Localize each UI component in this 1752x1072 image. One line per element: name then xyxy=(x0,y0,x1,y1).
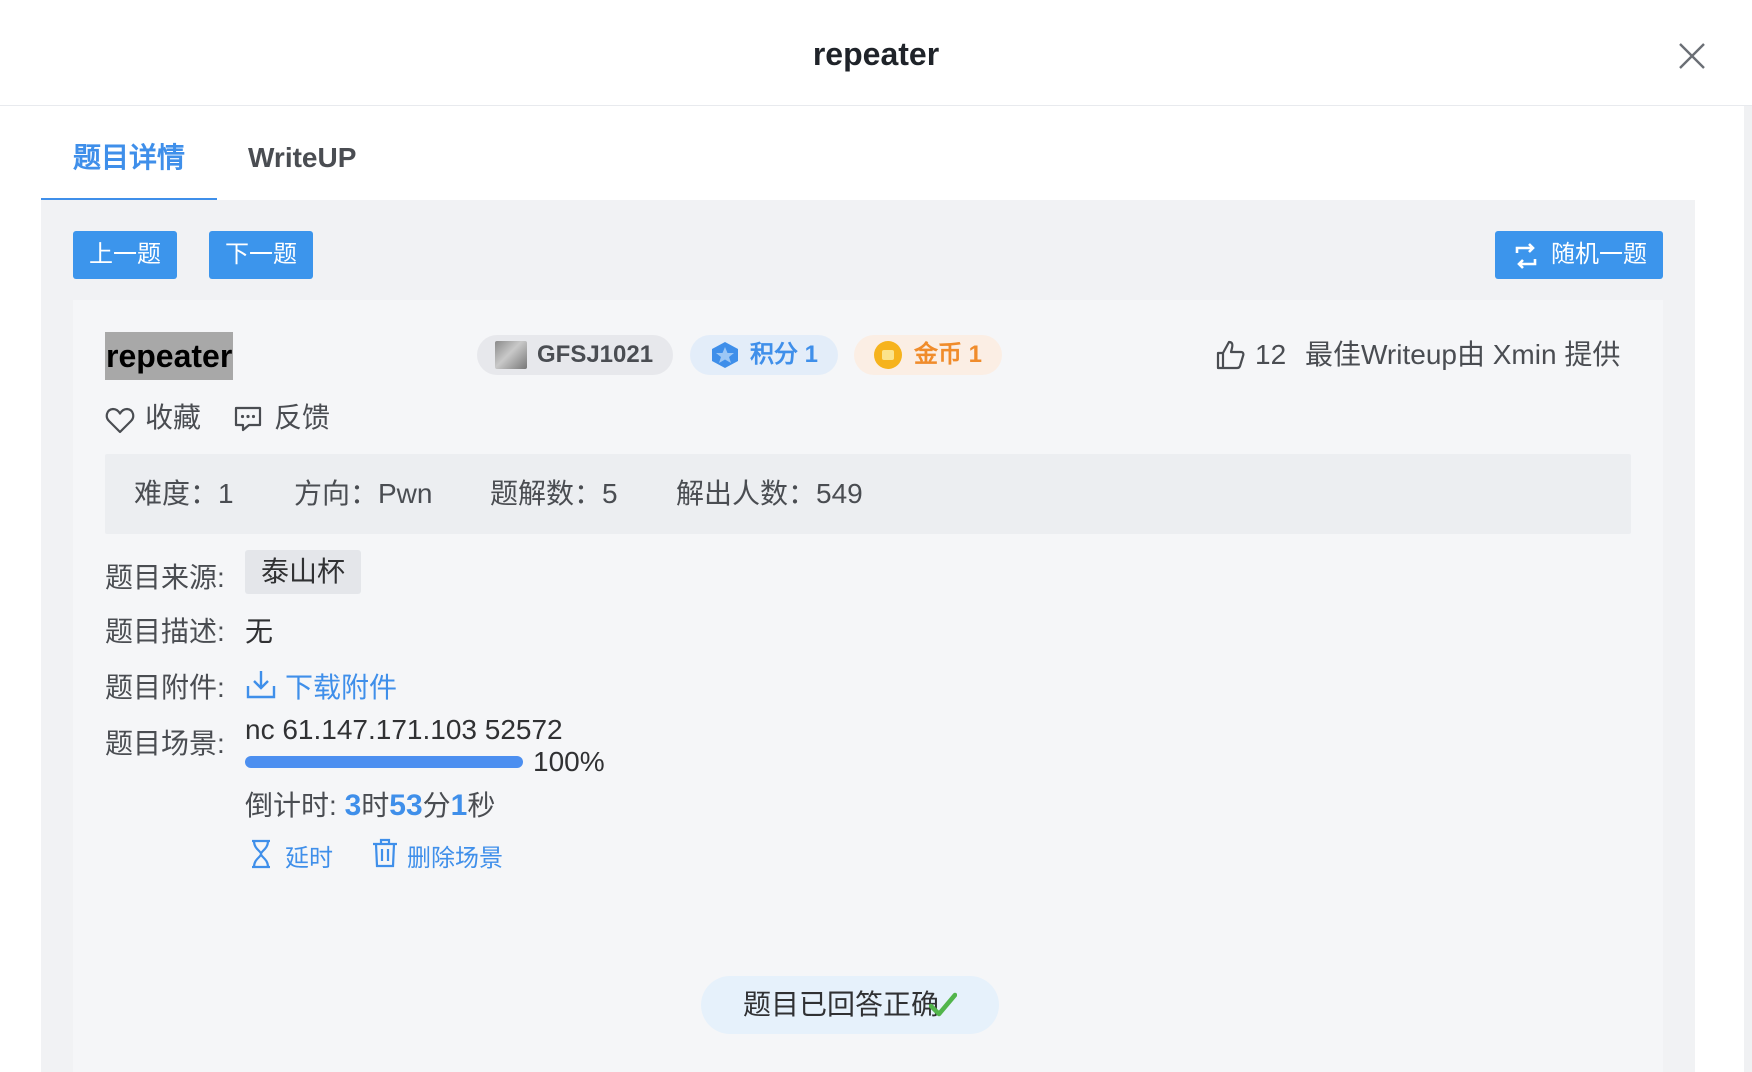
stat-direction: 方向：Pwn xyxy=(294,478,433,509)
coin-icon xyxy=(874,341,902,369)
heart-icon xyxy=(105,407,135,434)
likes-count: 12 xyxy=(1255,339,1287,370)
stat-writeups: 题解数：5 xyxy=(490,478,618,509)
stats-bar: 难度：1 方向：Pwn 题解数：5 解出人数：549 xyxy=(105,454,1631,534)
challenge-card: repeater GFSJ1021 积分 1 金币 1 12 最佳Writeup… xyxy=(73,300,1663,1072)
countdown: 倒计时: 3时53分1秒 xyxy=(245,784,495,824)
download-icon xyxy=(246,671,276,699)
scrollbar-track[interactable] xyxy=(1744,106,1752,1072)
challenge-id-badge: GFSJ1021 xyxy=(477,335,673,375)
prev-challenge-button[interactable]: 上一题 xyxy=(73,231,177,279)
scene-progress-bar xyxy=(245,756,523,768)
shuffle-icon xyxy=(1515,243,1537,269)
extend-time-label: 延时 xyxy=(285,845,333,872)
content-panel: 上一题 下一题 随机一题 repeater GFSJ1021 积分 1 金币 1 xyxy=(41,200,1695,1072)
trash-icon xyxy=(373,838,397,868)
countdown-hours-unit: 时 xyxy=(361,790,390,821)
scene-progress-text: 100% xyxy=(533,746,605,777)
comment-icon xyxy=(234,406,262,432)
close-icon[interactable] xyxy=(1676,40,1708,72)
attachment-label: 题目附件: xyxy=(105,672,225,703)
best-writeup-credit: 最佳Writeup由 Xmin 提供 xyxy=(1305,339,1621,370)
tab-details-label: 题目详情 xyxy=(72,142,185,173)
feedback-button[interactable]: 反馈 xyxy=(234,398,344,438)
random-challenge-label: 随机一题 xyxy=(1551,241,1647,268)
countdown-minutes-unit: 分 xyxy=(422,790,451,821)
answered-status-text: 题目已回答正确 xyxy=(743,989,940,1020)
tab-bar: 题目详情 WriteUP xyxy=(41,106,1695,202)
checkmark-icon xyxy=(929,992,957,1017)
coin-value: 金币 1 xyxy=(914,341,983,368)
score-badge: 积分 1 xyxy=(690,335,838,375)
score-value: 积分 1 xyxy=(750,341,819,368)
stat-difficulty: 难度：1 xyxy=(134,478,234,509)
favorite-label: 收藏 xyxy=(145,402,202,433)
coin-badge: 金币 1 xyxy=(854,335,1002,375)
dialog-title: repeater xyxy=(812,36,940,72)
scene-label: 题目场景: xyxy=(105,728,225,759)
challenge-thumbnail xyxy=(495,341,527,369)
favorite-button[interactable]: 收藏 xyxy=(105,398,205,438)
answered-status-badge: 题目已回答正确 xyxy=(701,976,999,1034)
tab-details[interactable]: 题目详情 xyxy=(41,106,217,202)
score-hexagon-icon xyxy=(712,342,738,368)
delete-scene-label: 删除场景 xyxy=(407,845,503,872)
source-tag: 泰山杯 xyxy=(245,550,362,594)
countdown-seconds-unit: 秒 xyxy=(467,790,496,821)
description-label: 题目描述: xyxy=(105,616,225,647)
dialog-header: repeater xyxy=(0,0,1752,106)
hourglass-icon xyxy=(252,839,270,869)
countdown-prefix: 倒计时: xyxy=(245,790,337,821)
description-value: 无 xyxy=(245,616,274,647)
tab-writeup[interactable]: WriteUP xyxy=(248,106,356,202)
feedback-label: 反馈 xyxy=(274,402,331,433)
countdown-minutes: 53 xyxy=(389,789,423,822)
next-challenge-button[interactable]: 下一题 xyxy=(209,231,313,279)
scene-address: nc 61.147.171.103 52572 xyxy=(245,714,563,745)
download-attachment-label: 下载附件 xyxy=(285,672,398,703)
challenge-name: repeater xyxy=(105,332,234,380)
random-challenge-button[interactable]: 随机一题 xyxy=(1495,231,1663,279)
thumbs-up-icon[interactable] xyxy=(1215,340,1245,370)
challenge-id: GFSJ1021 xyxy=(537,341,654,368)
stat-solvers: 解出人数：549 xyxy=(676,478,863,509)
countdown-hours: 3 xyxy=(344,789,362,822)
countdown-seconds: 1 xyxy=(450,789,468,822)
source-label: 题目来源: xyxy=(105,562,225,593)
